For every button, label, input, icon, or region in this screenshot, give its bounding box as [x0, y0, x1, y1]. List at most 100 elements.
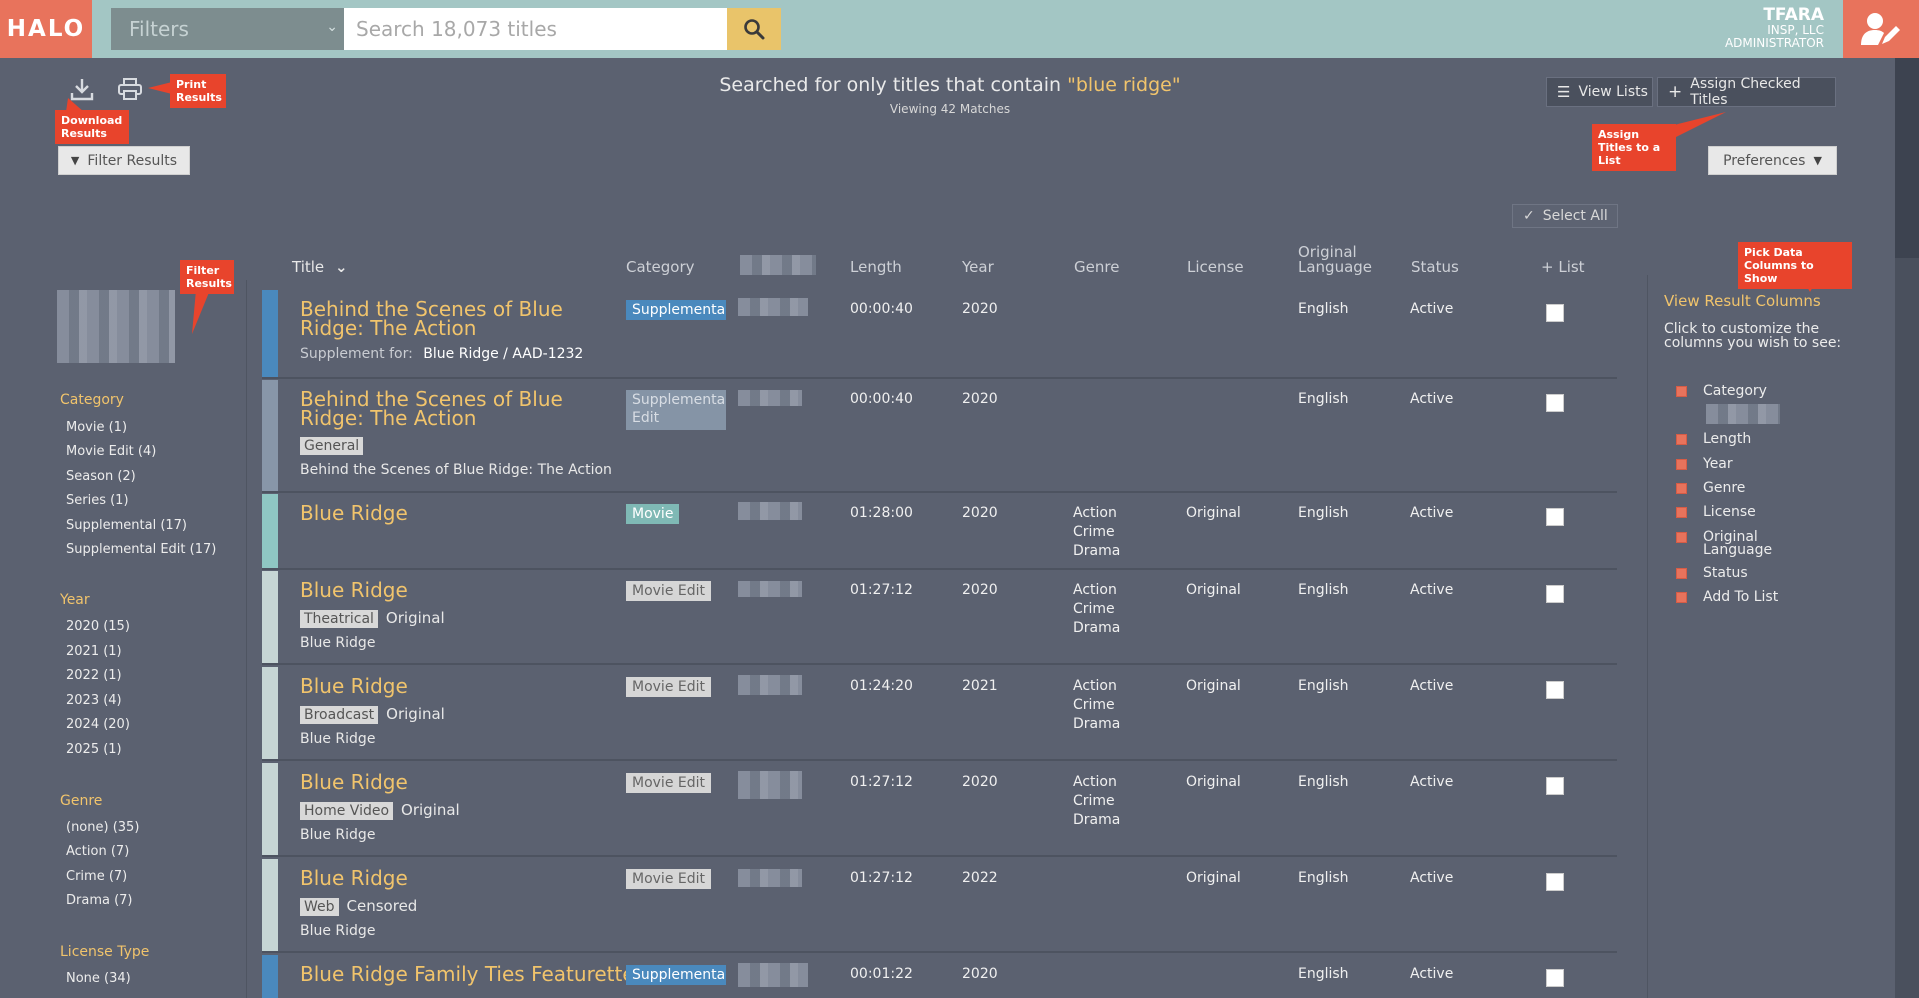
- facet-category-item[interactable]: Supplemental (17): [66, 518, 187, 533]
- row-edit-tag: Web Censored: [300, 897, 417, 916]
- facet-category-item[interactable]: Movie Edit (4): [66, 444, 156, 459]
- row-title[interactable]: Blue Ridge: [300, 503, 408, 523]
- column-toggle-label: Length: [1703, 431, 1752, 447]
- column-toggle-label: License: [1703, 504, 1756, 520]
- column-header-category[interactable]: Category: [626, 258, 695, 276]
- row-license: Original: [1186, 505, 1241, 521]
- filters-dropdown[interactable]: Filters ⌄: [111, 8, 344, 50]
- facet-genre-item[interactable]: Crime (7): [66, 869, 127, 884]
- facet-genre-item[interactable]: Action (7): [66, 844, 129, 859]
- column-header-status[interactable]: Status: [1411, 258, 1459, 276]
- add-to-list-checkbox[interactable]: [1546, 304, 1564, 322]
- row-title[interactable]: Blue Ridge: [300, 868, 408, 888]
- select-all-button[interactable]: ✓ Select All: [1512, 204, 1618, 228]
- print-results-callout: Print Results: [170, 74, 226, 108]
- row-title[interactable]: Blue Ridge Family Ties Featurette: [300, 964, 635, 984]
- chevron-down-icon: ⌄: [326, 19, 338, 35]
- row-language: English: [1298, 966, 1349, 982]
- column-toggle-original-language[interactable]: Original Language: [1676, 529, 1783, 558]
- view-lists-button[interactable]: ☰ View Lists: [1546, 77, 1653, 107]
- assign-checked-button[interactable]: + Assign Checked Titles: [1657, 76, 1836, 108]
- column-header-original-language[interactable]: Original Language: [1298, 245, 1378, 275]
- column-toggle-genre[interactable]: Genre: [1676, 481, 1745, 495]
- facet-category-item[interactable]: Movie (1): [66, 420, 127, 435]
- column-header-genre[interactable]: Genre: [1074, 258, 1119, 276]
- add-to-list-checkbox[interactable]: [1546, 873, 1564, 891]
- column-header-add-list[interactable]: + List: [1541, 258, 1585, 276]
- add-to-list-checkbox[interactable]: [1546, 681, 1564, 699]
- facet-category-item[interactable]: Supplemental Edit (17): [66, 542, 216, 557]
- row-year: 2021: [962, 678, 998, 694]
- row-category-indicator: [262, 859, 278, 951]
- column-header-title[interactable]: Title ⌄: [292, 258, 348, 276]
- search-summary-prefix: Searched for only titles that contain: [719, 74, 1068, 96]
- match-count: Viewing 42 Matches: [889, 102, 1011, 116]
- facet-year-item[interactable]: 2025 (1): [66, 742, 122, 757]
- add-to-list-checkbox[interactable]: [1546, 508, 1564, 526]
- table-row[interactable]: Blue Ridge Broadcast Original Blue Ridge …: [262, 667, 1617, 761]
- table-row[interactable]: Blue Ridge Home Video Original Blue Ridge…: [262, 763, 1617, 857]
- facet-genre-item[interactable]: Drama (7): [66, 893, 133, 908]
- table-row[interactable]: Behind the Scenes of Blue Ridge: The Act…: [262, 380, 1617, 493]
- column-header-license[interactable]: License: [1187, 258, 1244, 276]
- facet-year-item[interactable]: 2023 (4): [66, 693, 122, 708]
- check-icon: ✓: [1523, 208, 1535, 224]
- column-toggle-status[interactable]: Status: [1676, 566, 1748, 580]
- print-button[interactable]: [116, 76, 144, 102]
- column-toggle-category[interactable]: Category: [1676, 384, 1767, 398]
- row-language: English: [1298, 582, 1349, 598]
- print-callout-arrow: [148, 82, 172, 94]
- column-header-year[interactable]: Year: [962, 258, 994, 276]
- column-toggle-label: Original Language: [1703, 529, 1773, 558]
- row-supplement-info: Supplement for: Blue Ridge / AAD-1232: [300, 346, 583, 362]
- halo-logo[interactable]: HALO: [0, 0, 92, 58]
- column-toggle-license[interactable]: License: [1676, 504, 1756, 520]
- table-row[interactable]: Behind the Scenes of Blue Ridge: The Act…: [262, 290, 1617, 379]
- column-header-length[interactable]: Length: [850, 258, 902, 276]
- category-badge: Supplementa: [626, 965, 726, 985]
- facet-year-item[interactable]: 2020 (15): [66, 619, 130, 634]
- add-to-list-checkbox[interactable]: [1546, 394, 1564, 412]
- facet-genre-item[interactable]: (none) (35): [66, 820, 139, 835]
- chevron-down-icon: ⌄: [334, 258, 348, 276]
- view-result-columns-description: Click to customize the columns you wish …: [1664, 321, 1842, 351]
- facet-category-item[interactable]: Season (2): [66, 469, 136, 484]
- facet-year-item[interactable]: 2021 (1): [66, 644, 122, 659]
- scrollbar-thumb[interactable]: [1895, 58, 1919, 258]
- page-scrollbar[interactable]: [1895, 58, 1919, 998]
- table-row[interactable]: Blue Ridge Movie 01:28:00 2020 Action Cr…: [262, 494, 1617, 570]
- row-title[interactable]: Blue Ridge: [300, 772, 408, 792]
- column-toggle-add-to-list[interactable]: Add To List: [1676, 590, 1778, 604]
- search-query: "blue ridge": [1067, 74, 1181, 96]
- search-summary: Searched for only titles that contain "b…: [620, 74, 1280, 96]
- supplement-link[interactable]: Blue Ridge / AAD-1232: [423, 346, 583, 362]
- filter-results-button[interactable]: ▼ Filter Results: [58, 146, 190, 175]
- row-title[interactable]: Blue Ridge: [300, 676, 408, 696]
- search-button[interactable]: [727, 8, 781, 50]
- add-to-list-checkbox[interactable]: [1546, 777, 1564, 795]
- row-title[interactable]: Behind the Scenes of Blue Ridge: The Act…: [300, 389, 620, 428]
- add-to-list-checkbox[interactable]: [1546, 969, 1564, 987]
- preferences-button[interactable]: Preferences ▼: [1708, 146, 1837, 175]
- facet-year-item[interactable]: 2024 (20): [66, 717, 130, 732]
- row-status: Active: [1410, 678, 1454, 694]
- table-row[interactable]: Blue Ridge Web Censored Blue Ridge Movie …: [262, 859, 1617, 953]
- add-to-list-checkbox[interactable]: [1546, 585, 1564, 603]
- facet-category-item[interactable]: Series (1): [66, 493, 129, 508]
- row-title[interactable]: Behind the Scenes of Blue Ridge: The Act…: [300, 299, 620, 338]
- redacted-cell: [738, 869, 802, 887]
- redacted-image: [57, 290, 175, 363]
- user-menu-button[interactable]: [1843, 0, 1919, 58]
- category-badge: Movie: [626, 504, 680, 524]
- facet-year-item[interactable]: 2022 (1): [66, 668, 122, 683]
- table-row[interactable]: Blue Ridge Theatrical Original Blue Ridge…: [262, 571, 1617, 665]
- redacted-column-header: [740, 255, 816, 275]
- table-row[interactable]: Blue Ridge Family Ties Featurette Supple…: [262, 955, 1617, 998]
- caret-down-icon: ▼: [1813, 154, 1822, 167]
- search-input[interactable]: [344, 8, 727, 50]
- facet-license-item[interactable]: None (34): [66, 971, 131, 986]
- row-title[interactable]: Blue Ridge: [300, 580, 408, 600]
- column-toggle-year[interactable]: Year: [1676, 457, 1733, 471]
- filters-dropdown-label: Filters: [129, 17, 189, 41]
- column-toggle-length[interactable]: Length: [1676, 431, 1752, 447]
